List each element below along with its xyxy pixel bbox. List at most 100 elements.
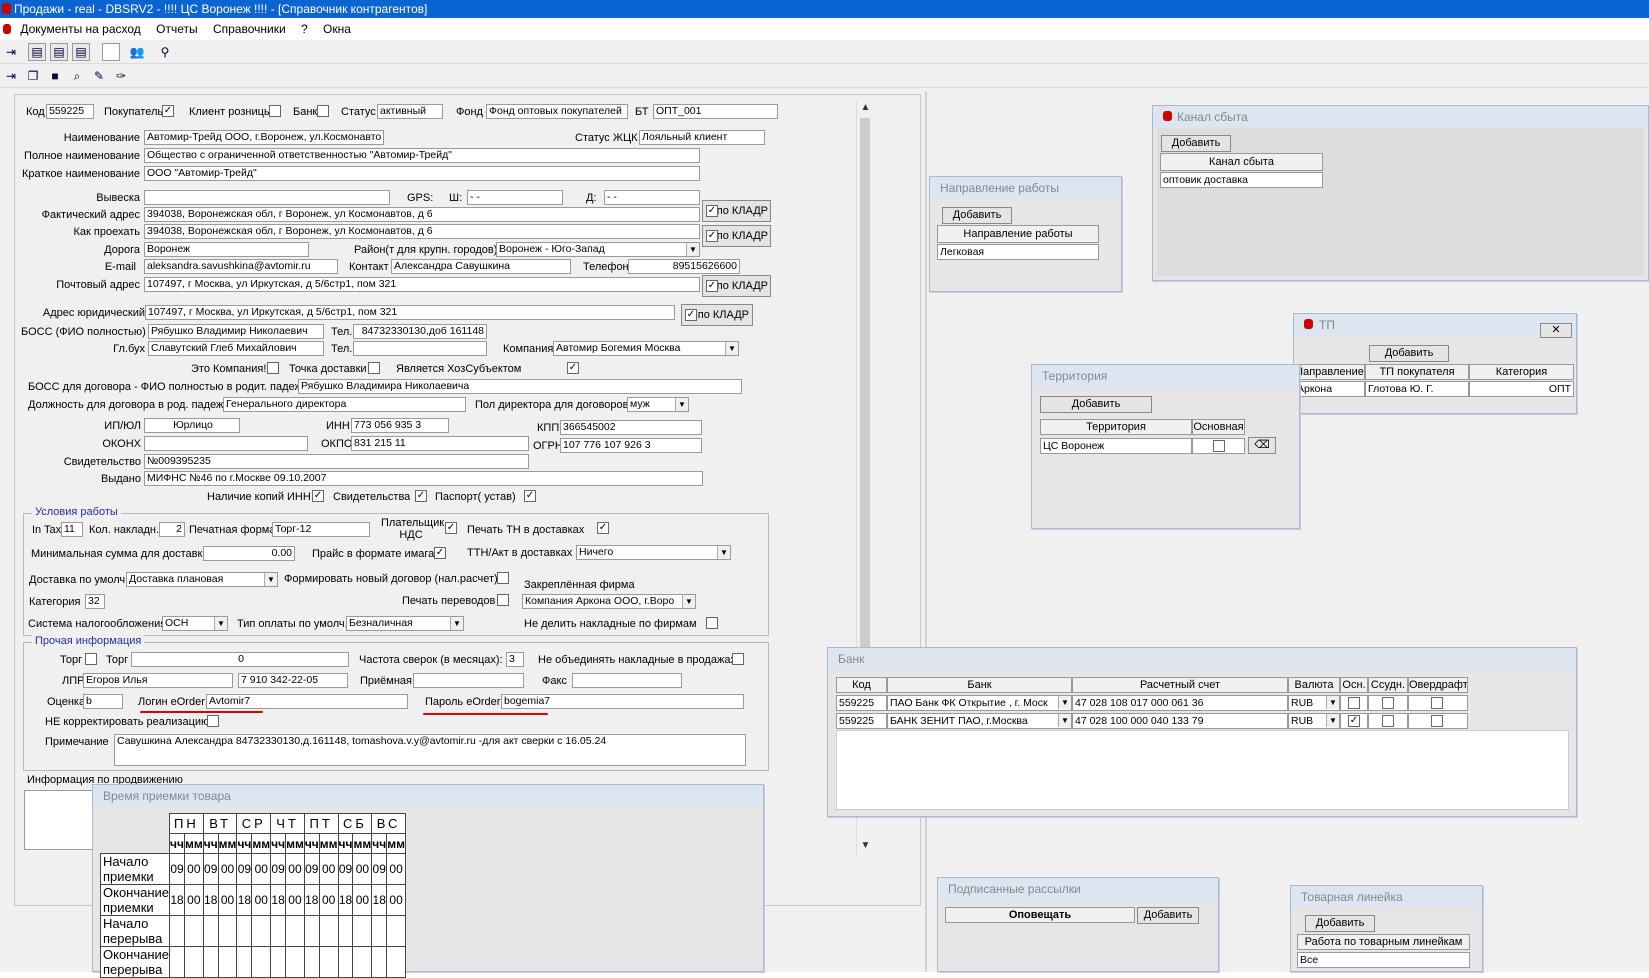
bank-cell-account[interactable]: 47 028 100 000 040 133 79 [1072, 713, 1288, 729]
bank-checkbox[interactable] [317, 105, 329, 117]
bank-main-checkbox[interactable]: ✓ [1348, 715, 1360, 727]
retail-checkbox[interactable] [269, 105, 281, 117]
bank-cell-currency[interactable]: RUB ▼ [1288, 695, 1340, 711]
schedule-cell[interactable]: 00 [183, 884, 204, 916]
schedule-cell[interactable] [270, 946, 287, 978]
schedule-cell[interactable]: 09 [202, 853, 219, 885]
tp-cell-agent[interactable]: Глотова Ю. Г. [1365, 381, 1469, 397]
cert-field[interactable]: №009395235 [144, 454, 529, 469]
bank-cell-main[interactable] [1340, 695, 1368, 711]
noagg-checkbox[interactable] [732, 653, 744, 665]
schedule-cell[interactable] [303, 946, 320, 978]
scroll-down-icon[interactable]: ▼ [857, 840, 874, 851]
schedule-cell[interactable]: 00 [251, 853, 272, 885]
schedule-cell[interactable] [285, 946, 305, 978]
schedule-cell[interactable]: 00 [217, 884, 238, 916]
schedule-cell[interactable] [183, 946, 204, 978]
schedule-cell[interactable]: 09 [236, 853, 253, 885]
certs-checkbox[interactable]: ✓ [415, 490, 427, 502]
bank-cell-loan[interactable] [1368, 695, 1408, 711]
price-checkbox[interactable]: ✓ [434, 547, 446, 559]
zhck-field[interactable]: Лояльный клиент [639, 130, 765, 145]
acc-field[interactable]: Славутский Глеб Михайлович [148, 341, 324, 356]
how-kladr-button[interactable]: ✓ по КЛАДР [702, 225, 771, 247]
district-select[interactable]: Воронеж - Юго-Запад ▼ [496, 242, 700, 257]
legal-field[interactable]: 107497, г Москва, ул Иркутская, д 5/6стр… [145, 305, 675, 320]
freq-field[interactable]: 3 [506, 652, 524, 667]
schedule-cell[interactable]: 00 [217, 853, 238, 885]
hoz-checkbox[interactable]: ✓ [567, 362, 579, 374]
schedule-cell[interactable]: 00 [386, 853, 406, 885]
schedule-cell[interactable]: 00 [251, 884, 272, 916]
schedule-cell[interactable] [183, 915, 204, 947]
printper-checkbox[interactable] [497, 594, 509, 606]
schedule-cell[interactable] [318, 915, 339, 947]
territory-main-checkbox[interactable] [1213, 440, 1225, 452]
schedule-cell[interactable]: 09 [303, 853, 320, 885]
tp-cell-category[interactable]: ОПТ [1469, 381, 1574, 397]
territory-main-cell[interactable] [1192, 438, 1245, 454]
bank-loan-checkbox[interactable] [1382, 715, 1394, 727]
note-field[interactable]: Савушкина Александра 84732330130,д.16114… [114, 734, 746, 766]
schedule-cell[interactable]: 00 [285, 884, 305, 916]
schedule-cell[interactable]: 00 [318, 853, 339, 885]
schedule-cell[interactable]: 18 [236, 884, 253, 916]
schedule-cell[interactable] [217, 915, 238, 947]
sex-select[interactable]: муж ▼ [627, 397, 689, 412]
nds-checkbox[interactable]: ✓ [445, 522, 457, 534]
splitter[interactable] [925, 92, 927, 972]
intax-field[interactable]: 11 [61, 522, 83, 537]
fax-field[interactable] [572, 673, 682, 688]
pos-field[interactable]: Генерального директора [223, 397, 466, 412]
territory-add-button[interactable]: Добавить [1040, 396, 1152, 413]
contact-field[interactable]: Александра Савушкина [391, 259, 571, 274]
acc-tel-field[interactable] [353, 341, 487, 356]
chevron-down-icon[interactable]: ▼ [450, 617, 463, 630]
chevron-down-icon[interactable]: ▼ [717, 546, 730, 559]
okonh-field[interactable] [144, 436, 308, 451]
ttn-select[interactable]: Ничего ▼ [576, 545, 731, 560]
bank-overdraft-checkbox[interactable] [1431, 697, 1443, 709]
delivery-point-checkbox[interactable] [368, 362, 380, 374]
pay-select[interactable]: Безналичная ▼ [346, 616, 464, 631]
chevron-down-icon[interactable]: ▼ [264, 573, 277, 586]
schedule-cell[interactable] [169, 915, 185, 947]
schedule-cell[interactable] [169, 946, 185, 978]
bank-cell-bank[interactable]: ПАО Банк ФК Открытие , г. Моск ▼ [887, 695, 1072, 711]
minsum-field[interactable]: 0.00 [203, 546, 295, 561]
schedule-cell[interactable] [352, 915, 373, 947]
bank-cell-main[interactable]: ✓ [1340, 713, 1368, 729]
schedule-cell[interactable] [251, 915, 272, 947]
schedule-cell[interactable]: 18 [303, 884, 320, 916]
th-checkbox[interactable]: ✓ [597, 522, 609, 534]
chevron-down-icon[interactable]: ▼ [1326, 696, 1339, 709]
issued-field[interactable]: МИФНС №46 по г.Москве 09.10.2007 [144, 471, 703, 486]
direction-add-button[interactable]: Добавить [942, 207, 1012, 224]
chevron-down-icon[interactable]: ▼ [682, 595, 695, 608]
ipul-field[interactable]: Юрлицо [144, 418, 240, 433]
channel-add-button[interactable]: Добавить [1161, 135, 1231, 152]
print-field[interactable]: Торг-12 [272, 522, 370, 537]
direction-row[interactable]: Легковая [937, 244, 1099, 260]
bank-cell-overdraft[interactable] [1408, 713, 1468, 729]
lpr-tel-field[interactable]: 7 910 342-22-05 [238, 673, 348, 688]
schedule-cell[interactable]: 00 [352, 884, 373, 916]
schedule-cell[interactable]: 18 [202, 884, 219, 916]
how-field[interactable]: 394038, Воронежская обл, г Воронеж, ул К… [144, 224, 700, 239]
newdog-checkbox[interactable] [497, 572, 509, 584]
kpp-field[interactable]: 366545002 [560, 420, 702, 435]
kol-field[interactable]: 2 [159, 522, 185, 537]
schedule-cell[interactable] [202, 915, 219, 947]
post-kladr-checkbox[interactable]: ✓ [706, 280, 718, 292]
sign-field[interactable] [144, 190, 390, 205]
inn-field[interactable]: 773 056 935 3 [351, 418, 449, 433]
schedule-cell[interactable] [352, 946, 373, 978]
chevron-down-icon[interactable]: ▼ [675, 398, 688, 411]
boss-field[interactable]: Рябушко Владимир Николаевич [148, 324, 324, 339]
email-field[interactable]: aleksandra.savushkina@avtomir.ru [144, 259, 338, 274]
schedule-cell[interactable] [285, 915, 305, 947]
schedule-cell[interactable] [236, 915, 253, 947]
firm-select[interactable]: Компания Аркона ООО, г.Воро ▼ [522, 594, 696, 609]
mailing-add-button[interactable]: Добавить [1137, 907, 1199, 924]
scroll-up-icon[interactable]: ▲ [857, 102, 874, 113]
